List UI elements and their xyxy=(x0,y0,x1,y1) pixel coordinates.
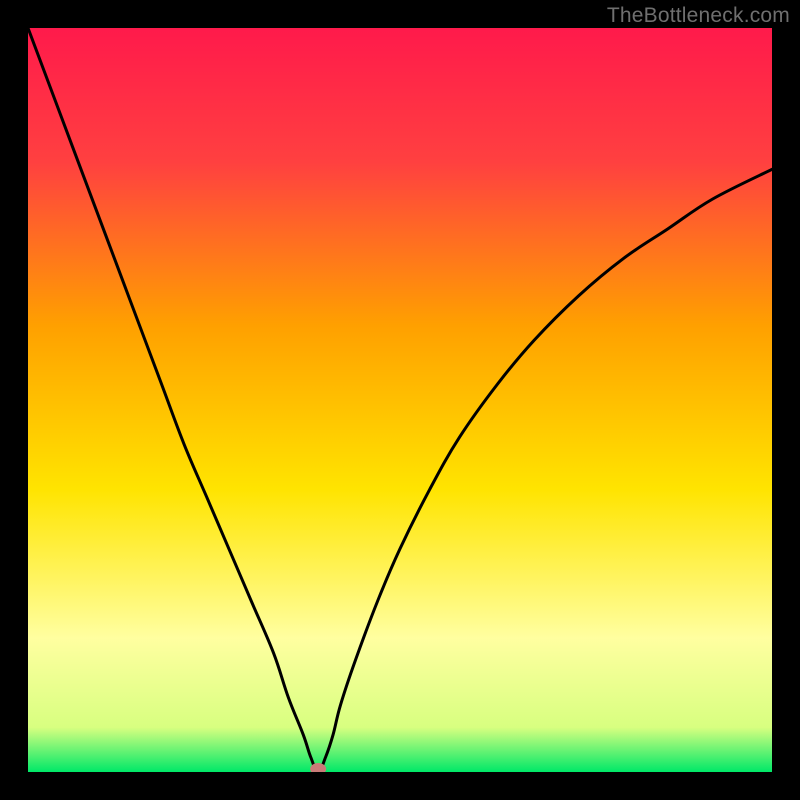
gradient-background xyxy=(28,28,772,772)
watermark-text: TheBottleneck.com xyxy=(607,4,790,28)
plot-area xyxy=(28,28,772,772)
chart-frame: TheBottleneck.com xyxy=(0,0,800,800)
chart-svg xyxy=(28,28,772,772)
